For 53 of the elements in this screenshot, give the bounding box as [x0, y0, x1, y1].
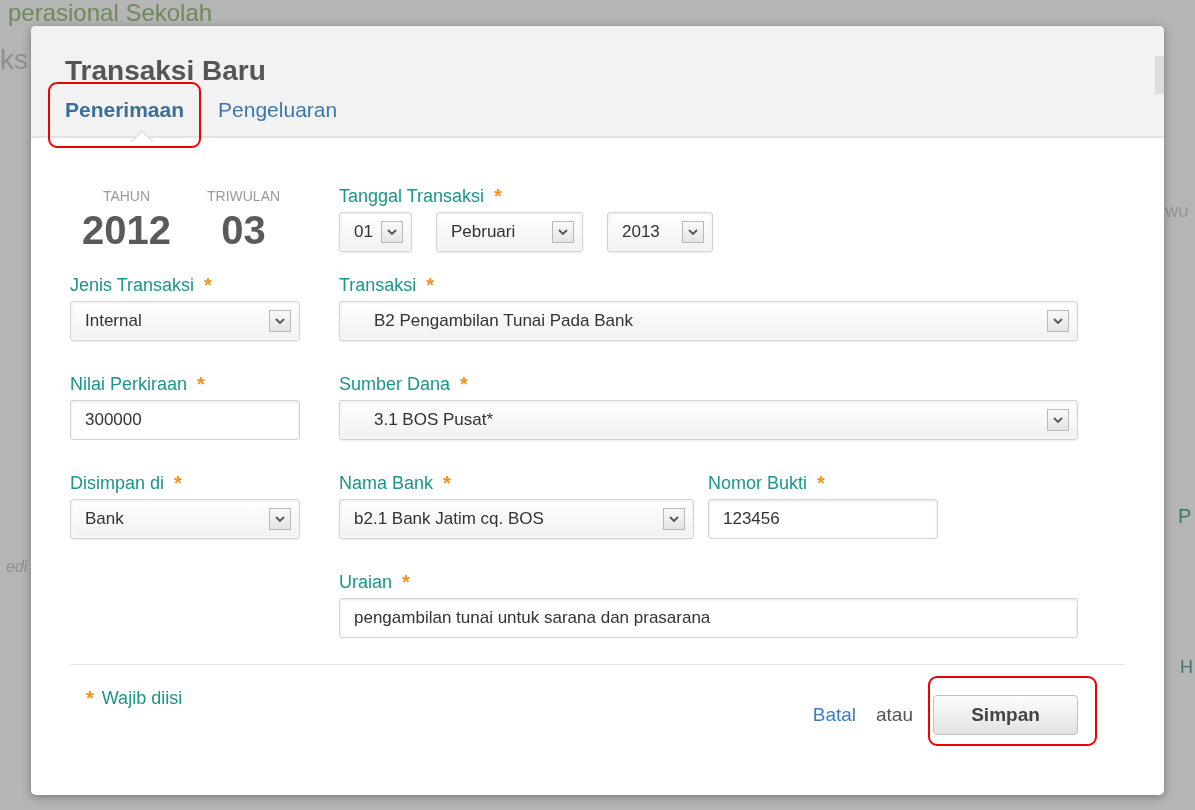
type-select[interactable]: Internal: [70, 301, 300, 341]
caret-icon: [275, 317, 285, 325]
required-mark: *: [402, 570, 410, 594]
description-field[interactable]: pengambilan tunai untuk sarana dan prasarana: [339, 598, 1078, 638]
caret-icon: [275, 515, 285, 523]
background-text: P: [1178, 505, 1192, 528]
caret-icon: [688, 228, 698, 236]
required-note: Wajib diisi: [101, 688, 183, 709]
required-mark: *: [426, 273, 435, 297]
required-mark: *: [197, 372, 205, 396]
tab[interactable]: Pengeluaran: [218, 96, 338, 124]
required-mark: *: [494, 184, 502, 208]
field-label: Transaksi: [339, 274, 417, 296]
cancel-link[interactable]: Batal: [812, 704, 856, 726]
caret-icon: [558, 228, 568, 236]
separator-text: atau: [876, 704, 913, 726]
month-select[interactable]: Pebruari: [436, 212, 583, 252]
quarter-value: 03: [221, 208, 266, 252]
caret-icon: [1053, 317, 1063, 325]
amount-field[interactable]: 300000: [70, 400, 300, 440]
field-label: Tanggal Transaksi: [339, 185, 485, 207]
caret-icon: [669, 515, 679, 523]
caret-icon: [1053, 416, 1063, 424]
field-label: Nomor Bukti: [708, 472, 808, 494]
required-mark: *: [460, 372, 468, 396]
required-mark: *: [204, 273, 212, 297]
required-mark: *: [443, 471, 451, 495]
field-label: Disimpan di: [70, 472, 165, 494]
field-label: Nilai Perkiraan: [70, 373, 188, 395]
required-mark: *: [817, 471, 825, 495]
scrollbar-thumb[interactable]: [1155, 56, 1164, 94]
storage-select[interactable]: Bank: [70, 499, 300, 539]
day-select[interactable]: 01: [339, 212, 412, 252]
save-button[interactable]: Simpan: [933, 695, 1078, 735]
caret-icon: [387, 228, 397, 236]
field-label: Sumber Dana: [339, 373, 451, 395]
page-title: perasional Sekolah: [8, 0, 213, 26]
transaction-select[interactable]: B2 Pengambilan Tunai Pada Bank: [339, 301, 1078, 341]
fund-source-select[interactable]: 3.1 BOS Pusat*: [339, 400, 1078, 440]
receipt-number-field[interactable]: 123456: [708, 499, 938, 539]
field-label: Nama Bank: [339, 472, 434, 494]
required-mark: *: [174, 471, 182, 495]
required-mark: *: [86, 687, 94, 710]
bank-select[interactable]: b2.1 Bank Jatim cq. BOS: [339, 499, 694, 539]
background-text: H: [1180, 657, 1193, 678]
year-select[interactable]: 2013: [607, 212, 713, 252]
field-label: Jenis Transaksi: [70, 274, 195, 296]
dialog-title: Transaksi Baru: [65, 54, 267, 88]
year-value: 2012: [82, 208, 171, 252]
tab[interactable]: Penerimaan: [65, 96, 185, 124]
year-label: TAHUN: [102, 188, 151, 204]
quarter-label: TRIWULAN: [207, 188, 281, 204]
field-label: Uraian: [339, 571, 393, 593]
